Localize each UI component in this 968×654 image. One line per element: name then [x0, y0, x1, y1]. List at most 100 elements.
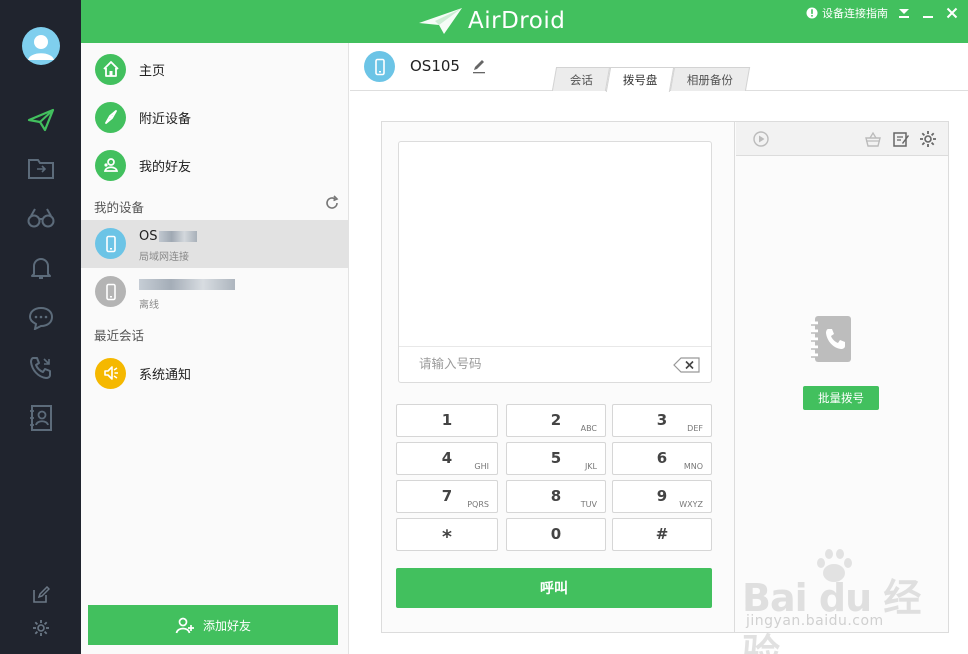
key-letters: ABC: [580, 424, 597, 433]
menu-nearby[interactable]: 附近设备: [81, 93, 349, 141]
binoculars-icon: [27, 208, 54, 228]
device-status: 离线: [139, 300, 159, 311]
number-input[interactable]: [419, 356, 649, 371]
key-8[interactable]: 8 TUV: [506, 480, 606, 513]
rail-settings[interactable]: [0, 604, 81, 652]
key-1[interactable]: 1: [396, 404, 498, 437]
gear-icon[interactable]: [919, 130, 937, 148]
files-icon: [27, 159, 54, 179]
refresh-icon[interactable]: [324, 195, 340, 211]
title-bar: AirDroid 设备连接指南: [81, 0, 968, 43]
phone-icon: [29, 357, 51, 379]
call-button[interactable]: 呼叫: [396, 568, 712, 608]
add-friend-button[interactable]: 添加好友: [88, 605, 338, 645]
contacts-icon: [29, 405, 52, 431]
tab-conversation[interactable]: 会话: [551, 67, 611, 91]
menu-home[interactable]: 主页: [81, 45, 349, 93]
user-icon: [28, 35, 54, 60]
recent-title: 最近会话: [94, 328, 145, 343]
dropdown-button[interactable]: [896, 5, 912, 21]
key-6[interactable]: 6 MNO: [612, 442, 712, 475]
phonebook-icon: [811, 316, 851, 362]
key-letters: GHI: [474, 462, 489, 471]
key-hash[interactable]: #: [612, 518, 712, 551]
key-4[interactable]: 4 GHI: [396, 442, 498, 475]
rail-files[interactable]: [0, 143, 81, 193]
key-digit: 0: [550, 525, 562, 543]
number-input-row: [399, 346, 711, 383]
close-button[interactable]: [944, 5, 960, 21]
notes-icon[interactable]: [892, 130, 910, 148]
phone-device-icon: [95, 228, 126, 259]
device-name-text: OS: [139, 229, 158, 244]
recent-system-notice[interactable]: 系统通知: [81, 349, 349, 397]
minimize-button[interactable]: [920, 5, 936, 21]
header-controls: 设备连接指南: [806, 0, 960, 26]
key-9[interactable]: 9 WXYZ: [612, 480, 712, 513]
redacted-text: [159, 231, 198, 242]
left-rail: [0, 0, 81, 654]
rail-contacts[interactable]: [0, 393, 81, 443]
transfer-icon: [27, 108, 54, 132]
key-0[interactable]: 0: [506, 518, 606, 551]
tab-dialpad-label: 拨号盘: [622, 73, 658, 87]
basket-icon[interactable]: [864, 130, 882, 148]
speaker-icon: [95, 357, 126, 389]
tab-conversation-label: 会话: [569, 72, 593, 87]
add-user-icon: [175, 617, 194, 634]
device-title: OS105: [410, 57, 460, 75]
rail-messages[interactable]: [0, 293, 81, 343]
contacts-panel: 主页 附近设备 我的好友 我的设备 OS 局域网连接 离线 最近会话 系统通知 …: [81, 43, 349, 654]
key-letters: PQRS: [467, 500, 489, 509]
pencil-icon[interactable]: [471, 58, 487, 74]
play-icon[interactable]: [752, 130, 770, 148]
info-icon: [806, 7, 818, 19]
backspace-icon[interactable]: [673, 357, 701, 373]
key-digit: #: [655, 525, 669, 543]
key-digit: *: [442, 526, 452, 548]
friends-icon: [95, 149, 126, 181]
tab-photo-backup[interactable]: 相册备份: [669, 67, 751, 91]
rail-find[interactable]: [0, 193, 81, 243]
menu-friends-label: 我的好友: [139, 159, 192, 175]
connection-guide-link[interactable]: 设备连接指南: [806, 5, 888, 21]
phone-device-icon: [95, 276, 126, 307]
add-friend-label: 添加好友: [202, 618, 251, 633]
device-item-online[interactable]: OS 局域网连接: [81, 220, 349, 268]
paper-plane-icon: [419, 8, 462, 34]
device-name: OS: [139, 229, 198, 244]
edit-icon: [32, 586, 50, 603]
key-star[interactable]: *: [396, 518, 498, 551]
key-letters: JKL: [584, 462, 597, 471]
menu-home-label: 主页: [139, 63, 166, 79]
key-digit: 1: [441, 411, 453, 429]
rail-calls[interactable]: [0, 343, 81, 393]
compass-icon: [95, 101, 126, 133]
key-2[interactable]: 2 ABC: [506, 404, 606, 437]
menu-nearby-label: 附近设备: [139, 111, 192, 127]
device-header: OS105 会话 拨号盘 相册备份: [350, 43, 968, 92]
device-item-offline[interactable]: 离线: [81, 268, 349, 316]
phone-device-icon: [364, 51, 395, 82]
batch-dial-button[interactable]: 批量拨号: [803, 386, 879, 410]
key-letters: WXYZ: [679, 500, 703, 509]
connection-guide-label: 设备连接指南: [822, 7, 888, 20]
tab-dialpad[interactable]: 拨号盘: [605, 67, 675, 92]
device-status: 局域网连接: [139, 252, 189, 263]
user-avatar[interactable]: [22, 27, 60, 65]
dialpad-area: 1 2ABC 3DEF 4GHI 5JKL 6MNO 7PQRS 8TUV 9W…: [382, 122, 735, 632]
key-3[interactable]: 3 DEF: [612, 404, 712, 437]
key-7[interactable]: 7 PQRS: [396, 480, 498, 513]
bell-icon: [30, 258, 51, 279]
rail-notifications[interactable]: [0, 243, 81, 293]
tab-photo-backup-label: 相册备份: [686, 72, 733, 87]
batch-toolbar: [736, 122, 948, 156]
rail-transfer[interactable]: [0, 95, 81, 145]
number-display: [398, 141, 712, 383]
chevron-down-icon: [899, 9, 909, 18]
close-icon: [946, 7, 958, 19]
menu-friends[interactable]: 我的好友: [81, 141, 349, 189]
key-letters: MNO: [683, 462, 703, 471]
key-5[interactable]: 5 JKL: [506, 442, 606, 475]
batch-dial-area: 批量拨号: [736, 122, 948, 632]
